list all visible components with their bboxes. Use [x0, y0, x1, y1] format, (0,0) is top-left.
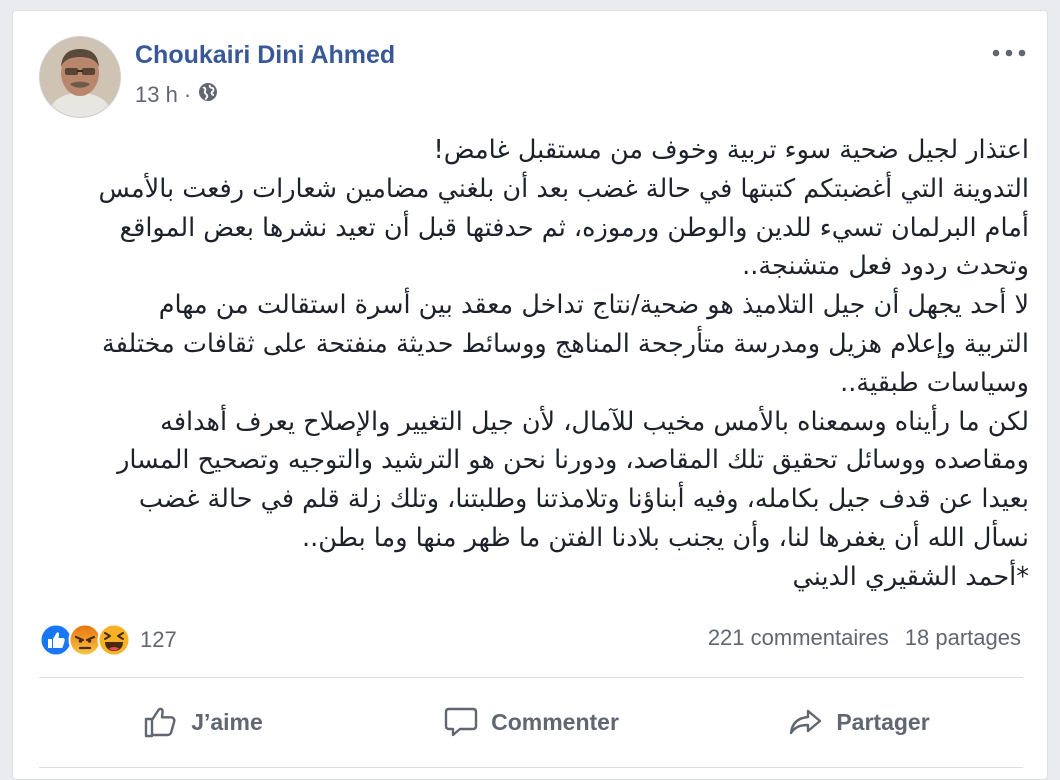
like-button[interactable]: J’aime: [39, 691, 367, 753]
reaction-count: 127: [140, 627, 177, 652]
like-label: J’aime: [191, 708, 263, 735]
share-button[interactable]: Partager: [695, 691, 1023, 753]
comments-count-link[interactable]: 221 commentaires: [708, 625, 889, 651]
post-text-line: اعتذار لجيل ضحية سوء تربية وخوف من مستقب…: [433, 135, 1030, 165]
shares-count-link[interactable]: 18 partages: [905, 625, 1021, 651]
post-text-line: بعيدا عن قدف جيل بكامله، وفيه أبناؤنا وت…: [138, 484, 1029, 515]
post-text-line: لا أحد يجهل أن جيل التلاميذ هو ضحية/نتاج…: [158, 290, 1029, 321]
post-text-line: لكن ما رأيناه وسمعناه بالأمس مخيب للآمال…: [160, 406, 1029, 437]
comment-button[interactable]: Commenter: [367, 691, 695, 753]
more-options-button[interactable]: [989, 41, 1029, 65]
post-text-line: نسأل الله أن يغفرها لنا، وأن يجنب بلادنا…: [302, 522, 1029, 553]
globe-icon[interactable]: [197, 81, 219, 109]
post-text-line: وتحدث ردود فعل متشنجة..: [742, 251, 1029, 282]
thumbs-up-icon: [144, 707, 176, 738]
post-card: Choukairi Dini Ahmed 13 h · اعتذار لجيل …: [12, 10, 1048, 780]
post-time[interactable]: 13 h: [135, 82, 178, 108]
post-text-line: ومقاصده ووسائل تحقيق تلك المقاصد، ودورنا…: [117, 445, 1029, 476]
action-bar: J’aime Commenter Partager: [39, 691, 1023, 753]
avatar-photo: [40, 37, 120, 117]
haha-icon: [97, 623, 131, 657]
post-text: اعتذار لجيل ضحية سوء تربية وخوف من مستقب…: [39, 131, 1029, 597]
author-name[interactable]: Choukairi Dini Ahmed: [135, 41, 395, 70]
post-text-line: وسياسات طبقية..: [840, 367, 1029, 398]
divider: [39, 767, 1023, 768]
divider: [39, 677, 1023, 678]
post-text-line: أمام البرلمان تسيء للدين والوطن ورموزه، …: [119, 212, 1029, 243]
post-text-line: *أحمد الشقيري الديني: [792, 561, 1029, 592]
ellipsis-icon: [992, 49, 1026, 57]
post-meta: 13 h ·: [135, 81, 219, 109]
post-text-line: التربية وإعلام هزيل ومدرسة متأرجحة المنا…: [101, 328, 1029, 359]
comment-label: Commenter: [491, 708, 619, 735]
avatar[interactable]: [39, 36, 121, 118]
share-arrow-icon: [790, 709, 822, 735]
meta-separator: ·: [183, 82, 192, 107]
share-label: Partager: [836, 708, 930, 735]
post-stats: 221 commentaires 18 partages: [708, 625, 1021, 651]
reactions-summary[interactable]: 127: [39, 623, 177, 657]
post-text-line: التدوينة التي أغضبتكم كتبتها في حالة غضب…: [98, 173, 1029, 204]
comment-icon: [444, 707, 478, 737]
